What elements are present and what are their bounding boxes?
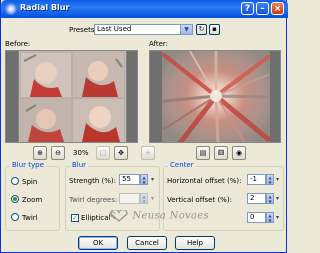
heart-watermark-icon: [109, 208, 128, 222]
protect-input[interactable]: 0: [247, 212, 266, 223]
horizontal-offset-label: Horizontal offset (%):: [167, 177, 242, 185]
presets-label: Presets:: [69, 26, 97, 34]
elliptical-label: Elliptical: [81, 214, 111, 222]
zoom-level: 30%: [73, 149, 89, 157]
watermark-text: Neusa Novaes: [132, 210, 209, 222]
after-image: [162, 51, 271, 142]
save-preset-icon[interactable]: ▪: [209, 24, 220, 35]
proof-toggle-icon[interactable]: ◉: [232, 146, 246, 160]
strength-input[interactable]: 55: [119, 174, 140, 185]
close-icon[interactable]: ×: [271, 2, 284, 15]
protect-spinner[interactable]: ▲ ▼: [266, 212, 274, 223]
zoom-actual-size-icon[interactable]: □: [96, 146, 110, 160]
strength-slider-icon[interactable]: ▾: [149, 174, 156, 185]
horizontal-offset-input[interactable]: -1: [247, 174, 266, 185]
watermark-logo: Neusa Novaes: [109, 208, 209, 222]
before-image: [18, 51, 127, 142]
after-preview[interactable]: [149, 50, 281, 143]
preview-on-image-icon[interactable]: ▤: [196, 146, 210, 160]
blur-type-title: Blur type: [10, 161, 46, 169]
vertical-offset-input[interactable]: 2: [247, 193, 266, 204]
horizontal-offset-spinner[interactable]: ▲ ▼: [266, 174, 274, 185]
radio-spin-label: Spin: [22, 178, 38, 186]
horizontal-slider-icon[interactable]: ▾: [274, 174, 281, 185]
vertical-offset-spinner[interactable]: ▲ ▼: [266, 193, 274, 204]
radio-twirl-label: Twirl: [22, 214, 38, 222]
vertical-offset-label: Vertical offset (%):: [167, 196, 232, 204]
protect-slider-icon[interactable]: ▾: [274, 212, 281, 223]
title-bar[interactable]: Radial Blur ? – ×: [1, 0, 288, 18]
strength-label: Strength (%):: [69, 177, 116, 185]
help-button[interactable]: Help: [175, 236, 215, 250]
radial-blur-app-icon: [5, 3, 17, 15]
pan-icon[interactable]: +: [141, 146, 155, 160]
dialog-window: Radial Blur ? – × Presets: Last Used ▼ ↻…: [0, 0, 288, 253]
radio-twirl[interactable]: [11, 213, 19, 221]
minimize-icon[interactable]: –: [256, 2, 269, 15]
reset-defaults-icon[interactable]: ↻: [196, 24, 207, 35]
navigate-icon[interactable]: ✥: [114, 146, 128, 160]
twirl-degrees-spinner[interactable]: ▲ ▼: [140, 193, 148, 204]
strength-spinner[interactable]: ▲ ▼: [140, 174, 148, 185]
twirl-slider-icon[interactable]: ▾: [149, 193, 156, 204]
center-title: Center: [168, 161, 196, 169]
zoom-out-icon[interactable]: ⊖: [51, 146, 65, 160]
radio-zoom-label: Zoom: [22, 196, 43, 204]
cancel-button[interactable]: Cancel: [127, 236, 167, 250]
elliptical-checkbox[interactable]: ✓: [71, 214, 79, 222]
radio-spin[interactable]: [11, 177, 19, 185]
presets-dropdown[interactable]: Last Used ▼: [94, 24, 193, 35]
after-label: After:: [149, 40, 169, 48]
twirl-degrees-label: Twirl degrees:: [69, 196, 118, 204]
zoom-in-icon[interactable]: ⊕: [33, 146, 47, 160]
vertical-slider-icon[interactable]: ▾: [274, 193, 281, 204]
twirl-degrees-input[interactable]: [119, 193, 140, 204]
randomize-icon[interactable]: ⚅: [214, 146, 228, 160]
chevron-down-icon[interactable]: ▼: [180, 25, 192, 34]
before-label: Before:: [5, 40, 31, 48]
presets-value: Last Used: [97, 25, 132, 33]
before-preview[interactable]: [5, 50, 138, 143]
help-icon[interactable]: ?: [241, 2, 254, 15]
ok-button[interactable]: OK: [78, 236, 118, 250]
window-title: Radial Blur: [20, 3, 70, 12]
radio-zoom[interactable]: [11, 195, 19, 203]
blur-title: Blur: [70, 161, 89, 169]
